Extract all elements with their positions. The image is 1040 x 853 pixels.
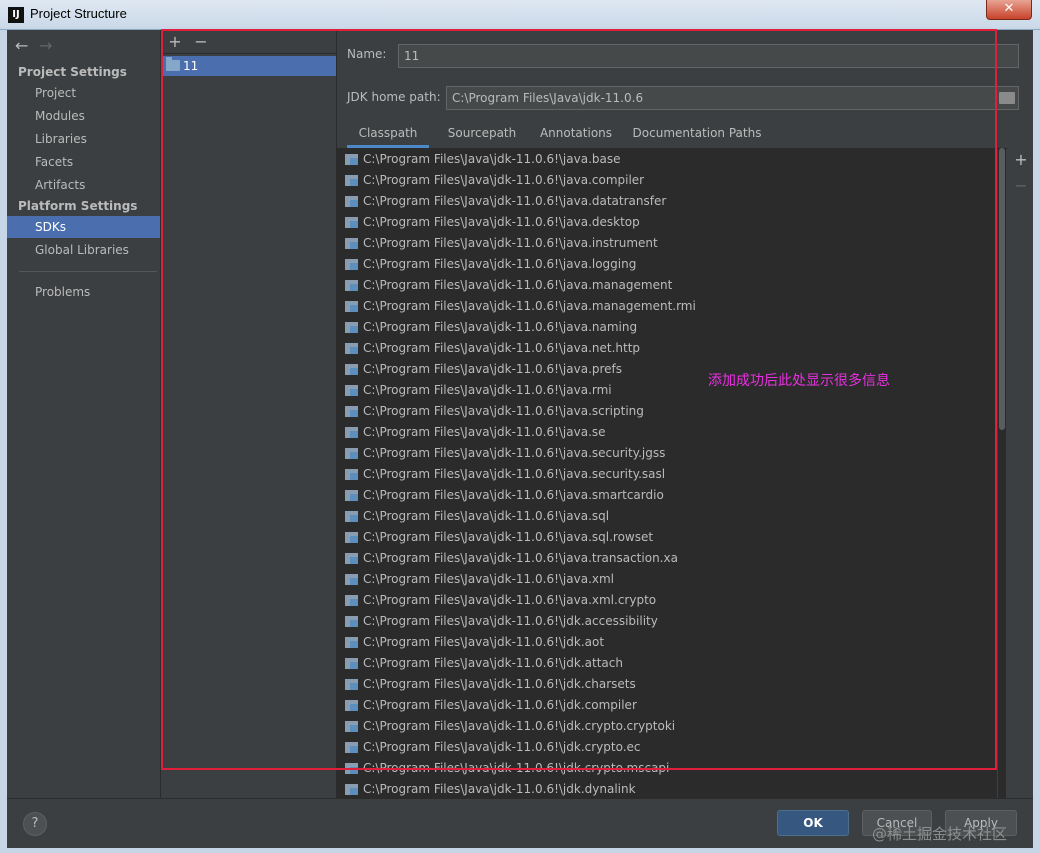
sidebar-item-global-libraries[interactable]: Global Libraries: [7, 239, 160, 261]
browse-folder-icon[interactable]: [999, 92, 1015, 104]
window-frame-left: [0, 30, 7, 853]
module-jar-icon: [345, 784, 358, 795]
close-window-button[interactable]: ✕: [986, 0, 1032, 20]
sidebar-divider: [19, 271, 157, 272]
watermark-text: @稀土掘金技术社区: [872, 825, 1008, 843]
project-settings-heading: Project Settings: [18, 65, 127, 79]
intellij-app-icon: IJ: [8, 7, 24, 23]
sidebar-item-libraries[interactable]: Libraries: [7, 128, 160, 150]
platform-settings-heading: Platform Settings: [18, 199, 138, 213]
help-button[interactable]: ?: [23, 812, 47, 836]
window-frame-right: [1033, 30, 1040, 853]
window-frame-bottom: [0, 848, 1040, 853]
sidebar-item-sdks[interactable]: SDKs: [7, 216, 160, 238]
settings-sidebar: ← → Project Settings Project Modules Libr…: [7, 30, 161, 798]
sidebar-item-problems[interactable]: Problems: [7, 281, 160, 303]
sidebar-item-artifacts[interactable]: Artifacts: [7, 174, 160, 196]
sidebar-item-modules[interactable]: Modules: [7, 105, 160, 127]
ok-button[interactable]: OK: [777, 810, 849, 836]
classpath-path: C:\Program Files\Java\jdk-11.0.6!\jdk.dy…: [363, 782, 636, 796]
sidebar-item-facets[interactable]: Facets: [7, 151, 160, 173]
highlight-box-sdk-area: [161, 29, 997, 770]
window-titlebar: IJ Project Structure ✕: [0, 0, 1040, 30]
scrollbar-thumb[interactable]: [999, 148, 1005, 430]
forward-arrow-icon[interactable]: →: [39, 36, 63, 55]
close-icon: ✕: [1003, 1, 1015, 16]
add-classpath-button[interactable]: +: [1011, 150, 1031, 169]
classpath-scrollbar[interactable]: [998, 148, 1006, 798]
nav-arrows: ← →: [15, 36, 63, 55]
window-title: Project Structure: [30, 6, 127, 21]
back-arrow-icon[interactable]: ←: [15, 36, 39, 55]
remove-classpath-button[interactable]: −: [1011, 176, 1031, 195]
sidebar-item-project[interactable]: Project: [7, 82, 160, 104]
classpath-row[interactable]: C:\Program Files\Java\jdk-11.0.6!\jdk.dy…: [337, 779, 997, 798]
